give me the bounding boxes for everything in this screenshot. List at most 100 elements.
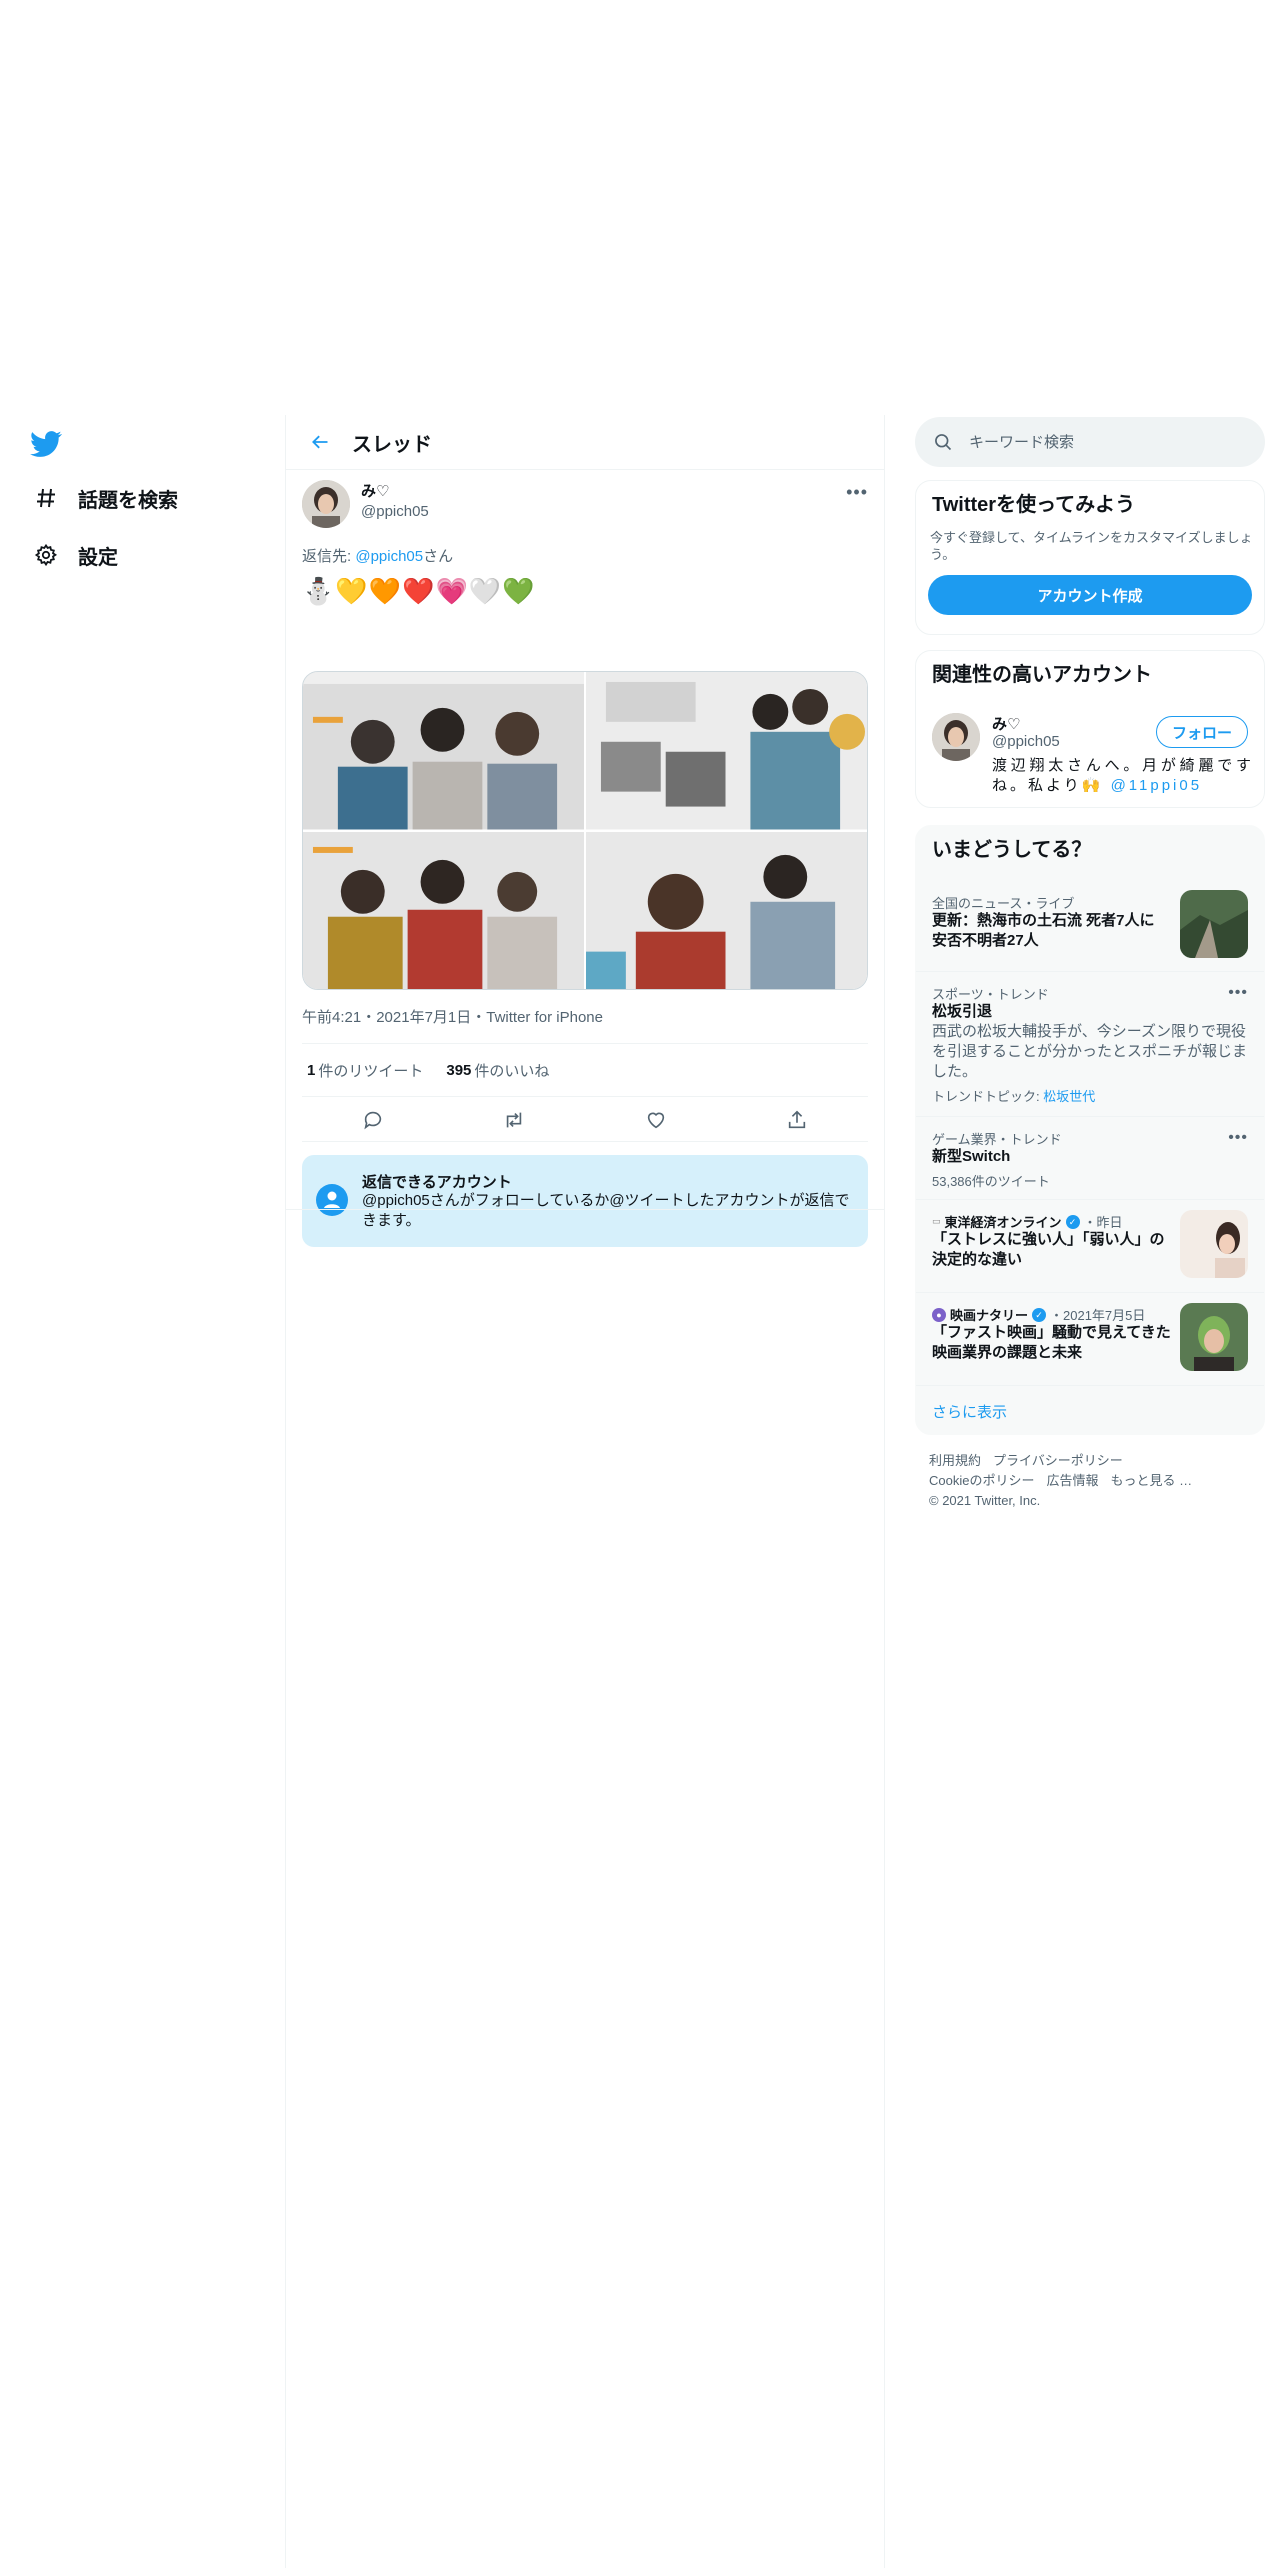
nav-explore-label: 話題を検索 [78, 489, 178, 512]
news-source-name: 映画ナタリー [950, 1308, 1029, 1323]
column-divider-left [285, 415, 286, 2568]
nav-settings-label: 設定 [78, 546, 118, 569]
retweet-icon[interactable] [497, 1103, 531, 1137]
column-divider-right [884, 415, 885, 2568]
source-logo-icon: ● [932, 1307, 946, 1322]
search-input[interactable] [969, 433, 1229, 451]
trend-topic: トレンドトピック: 松坂世代 [932, 1086, 1095, 1105]
show-more-link[interactable]: さらに表示 [932, 1401, 1007, 1422]
retweet-count[interactable]: 1 [307, 1062, 315, 1079]
copyright: © 2021 Twitter, Inc. [929, 1493, 1041, 1508]
footer-link-more[interactable]: もっと見る … [1110, 1473, 1192, 1488]
news-title: 「ストレスに強い人」「弱い人」の決定的な違い [932, 1231, 1165, 1268]
signup-title: Twitterを使ってみよう [932, 494, 1136, 516]
news-item[interactable]: ▭ 東洋経済オンライン ✓ ・昨日 「ストレスに強い人」「弱い人」の決定的な違い [916, 1200, 1264, 1292]
thread-header: スレッド [286, 415, 884, 470]
like-label[interactable]: 件のいいね [474, 1060, 549, 1081]
news-time: ・2021年7月5日 [1050, 1308, 1146, 1323]
related-title: 関連性の高いアカウント [932, 664, 1152, 686]
like-count[interactable]: 395 [446, 1062, 471, 1079]
trend-title: 新型Switch [932, 1148, 1011, 1165]
tweet-actions [302, 1098, 868, 1142]
news-source-name: 東洋経済オンライン [944, 1215, 1062, 1230]
more-options-icon[interactable]: ••• [846, 482, 868, 503]
follow-button[interactable]: フォロー [1156, 716, 1248, 748]
trend-context: 全国のニュース・ライブ [932, 896, 1075, 911]
user-handle: @ppich05 [361, 503, 429, 520]
reply-notice-text: @ppich05さんがフォローしているか@ツイートしたアカウントが返信できます。 [362, 1192, 850, 1229]
news-thumbnail [1180, 1210, 1248, 1278]
trend-item[interactable]: スポーツ・トレンド ••• 松坂引退 西武の松坂大輔投手が、今シーズン限りで現役… [916, 972, 1264, 1117]
trend-context: ゲーム業界・トレンド [932, 1132, 1062, 1147]
share-icon[interactable] [780, 1103, 814, 1137]
nav-settings[interactable]: 設定 [32, 535, 118, 575]
trend-item[interactable]: ゲーム業界・トレンド ••• 新型Switch 53,386件のツイート [916, 1117, 1264, 1200]
tweet-photo-1[interactable] [303, 672, 584, 830]
news-item[interactable]: ● 映画ナタリー ✓ ・2021年7月5日 「ファスト映画」騒動で見えてきた映画業界の… [916, 1293, 1264, 1385]
like-icon[interactable] [639, 1103, 673, 1137]
tweet-timestamp[interactable]: 午前4:21・2021年7月1日・Twitter for iPhone [302, 1006, 603, 1027]
reply-suffix: さん [423, 548, 454, 565]
more-options-icon[interactable]: ••• [1228, 1129, 1248, 1147]
signup-subtitle: 今すぐ登録して、タイムラインをカスタマイズしましょう。 [930, 530, 1253, 562]
trend-item[interactable]: 全国のニュース・ライブ 更新：熱海市の土石流 死者7人に 安否不明者27人 [916, 881, 1264, 961]
reply-icon[interactable] [356, 1103, 390, 1137]
search-bar [915, 417, 1265, 467]
verified-icon: ✓ [1032, 1307, 1047, 1322]
news-source: ● 映画ナタリー ✓ ・2021年7月5日 [932, 1305, 1145, 1324]
search-icon [935, 434, 952, 451]
related-user-handle[interactable]: @ppich05 [992, 733, 1060, 750]
footer-link-terms[interactable]: 利用規約 [929, 1453, 981, 1468]
reply-restriction-notice: 返信できるアカウント @ppich05さんがフォローしているか@ツイートしたアカ… [302, 1155, 868, 1247]
trend-tweet-count: 53,386件のツイート [932, 1174, 1050, 1189]
source-logo-icon: ▭ [932, 1216, 941, 1226]
signup-card: Twitterを使ってみよう 今すぐ登録して、タイムラインをカスタマイズしましょ… [915, 480, 1265, 635]
create-account-button[interactable]: アカウント作成 [928, 575, 1252, 615]
trends-card: いまどうしてる？ 全国のニュース・ライブ 更新：熱海市の土石流 死者7人に 安否… [915, 825, 1265, 1435]
retweet-label[interactable]: 件のリツイート [318, 1060, 423, 1081]
trend-topic-link[interactable]: 松坂世代 [1043, 1089, 1095, 1104]
trend-thumbnail [1180, 890, 1248, 958]
tweet-media-grid [302, 671, 868, 990]
nav-explore[interactable]: 話題を検索 [32, 478, 178, 518]
avatar[interactable] [302, 480, 350, 528]
footer-link-cookies[interactable]: Cookieのポリシー [929, 1473, 1034, 1488]
tweet-photo-3[interactable] [303, 831, 584, 989]
footer: 利用規約 プライバシーポリシー Cookieのポリシー 広告情報 もっと見る … © … [929, 1451, 1259, 1511]
footer-link-privacy[interactable]: プライバシーポリシー [993, 1453, 1123, 1468]
trend-topic-prefix: トレンドトピック: [932, 1089, 1044, 1104]
tweet-text: ⛄💛🧡❤️💗🤍💚 [302, 576, 536, 606]
hashtag-icon [32, 484, 60, 512]
news-thumbnail [1180, 1303, 1248, 1371]
tweet-photo-4[interactable] [586, 831, 867, 989]
gear-icon [32, 541, 60, 569]
verified-icon: ✓ [1065, 1214, 1080, 1229]
back-button[interactable] [302, 424, 338, 460]
trend-title: 松坂引退 [932, 1003, 993, 1020]
reply-to: 返信先: @ppich05さん [302, 545, 453, 566]
twitter-bird-icon[interactable] [30, 428, 62, 460]
reply-notice-title: 返信できるアカウント [362, 1174, 512, 1191]
user-name: み♡ [361, 483, 390, 500]
related-user-bio: 渡辺翔太さんへ。月が綺麗ですね。私より🙌 @11ppi05 [992, 756, 1254, 796]
related-accounts-card: 関連性の高いアカウント み♡ @ppich05 フォロー 渡辺翔太さんへ。月が綺… [915, 650, 1265, 808]
avatar[interactable] [932, 713, 980, 761]
person-icon [316, 1184, 348, 1216]
thread-bottom-divider [286, 1209, 884, 1210]
more-options-icon[interactable]: ••• [1228, 984, 1248, 1002]
trends-title: いまどうしてる？ [932, 839, 1092, 861]
related-bio-link[interactable]: @11ppi05 [1111, 777, 1203, 794]
news-time: ・昨日 [1083, 1215, 1123, 1230]
trend-context: スポーツ・トレンド [932, 987, 1049, 1002]
footer-link-ads[interactable]: 広告情報 [1046, 1473, 1098, 1488]
news-source: ▭ 東洋経済オンライン ✓ ・昨日 [932, 1212, 1123, 1231]
tweet-photo-2[interactable] [586, 672, 867, 830]
user-block[interactable]: み♡ @ppich05 [361, 482, 429, 522]
trend-description: 西武の松坂大輔投手が、今シーズン限りで現役を引退することが分かったとスポニチが報… [932, 1023, 1248, 1080]
back-arrow-icon [312, 435, 328, 449]
reply-to-link[interactable]: @ppich05 [355, 548, 423, 565]
related-user-name[interactable]: み♡ [992, 713, 1020, 734]
page-title: スレッド [352, 433, 432, 456]
reply-prefix: 返信先: [302, 548, 356, 565]
tweet-stats: 1 件のリツイート 395 件のいいね [302, 1043, 868, 1097]
